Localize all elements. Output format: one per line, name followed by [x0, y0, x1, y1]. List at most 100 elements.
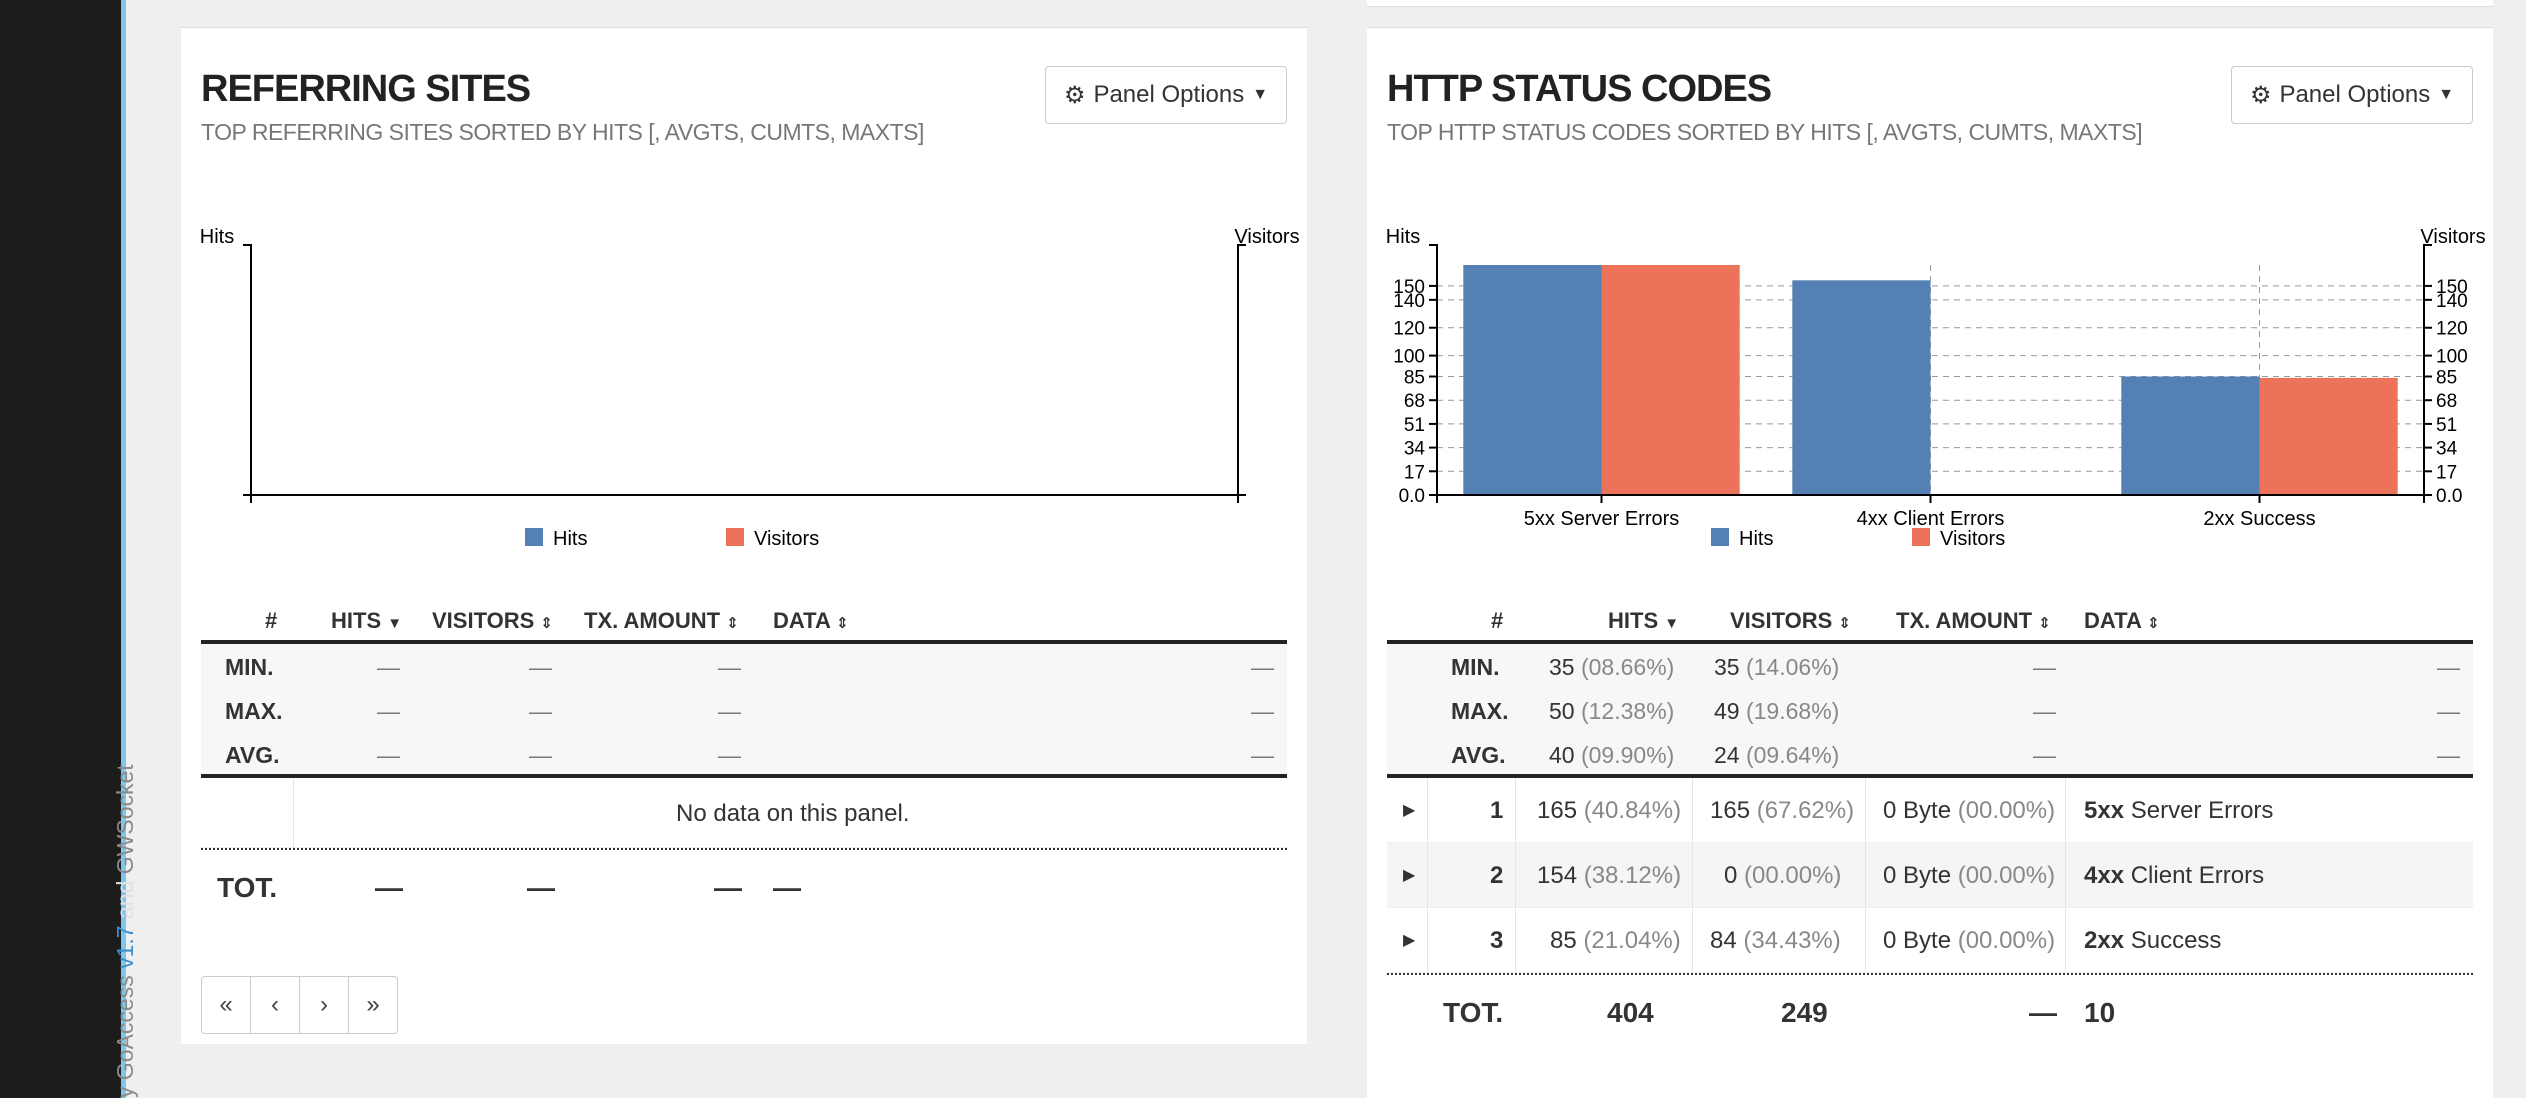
version-link[interactable]: v1.7 [112, 925, 138, 968]
row-data: 5xx Server Errors [2084, 797, 2274, 824]
col-tx-sort[interactable]: TX. AMOUNT ⇕ [584, 608, 739, 634]
x-tick-label: 2xx Success [2203, 508, 2315, 530]
col-data-sort[interactable]: DATA ⇕ [773, 608, 849, 634]
col-tx-sort[interactable]: TX. AMOUNT ⇕ [1896, 608, 2051, 634]
summary-visitors: 35 (14.06%) [1714, 654, 1840, 680]
y-tick-label-left: 100 [1393, 347, 1425, 368]
legend-swatch-visitors [1912, 528, 1930, 546]
table-row[interactable]: ▶ 2 154 (38.12%) 0 (00.00%) 0 Byte (00.0… [1387, 843, 2473, 908]
col-hits-label: HITS [331, 608, 382, 633]
legend-label-visitors: Visitors [1940, 528, 2005, 550]
gwsocket-link[interactable]: GWSocket [112, 764, 138, 874]
panel-subtitle: TOP REFERRING SITES SORTED BY HITS [, AV… [201, 119, 924, 145]
row-visitors: 0 (00.00%) [1724, 862, 1842, 889]
http-status-codes-panel: HTTP STATUS CODES TOP HTTP STATUS CODES … [1367, 27, 2493, 1098]
summary-tx: — [2033, 654, 2056, 680]
summary-row-avg: AVG. 40 (09.90%) 24 (09.64%) — — [1387, 732, 2473, 777]
total-label: TOT. [217, 872, 278, 903]
summary-hits: 40 (09.90%) [1549, 742, 1675, 768]
y-tick-label-left: 17 [1404, 462, 1425, 483]
summary-row-min: MIN. 35 (08.66%) 35 (14.06%) — — [1387, 644, 2473, 689]
y-tick-label-right: 0.0 [2436, 486, 2462, 507]
col-visitors-sort[interactable]: VISITORS ⇕ [1730, 608, 1851, 634]
col-visitors-sort[interactable]: VISITORS ⇕ [432, 608, 553, 634]
sort-icon: ⇕ [540, 615, 553, 632]
bar-visitors [2259, 377, 2398, 495]
bar-hits [1792, 280, 1931, 495]
credit-and: and [112, 880, 138, 920]
last-page-button[interactable]: » [348, 976, 398, 1034]
expand-icon[interactable]: ▶ [1403, 800, 1415, 820]
summary-visitors: 24 (09.64%) [1714, 742, 1840, 768]
total-data: — [773, 872, 801, 903]
y-tick-label-right: 68 [2436, 391, 2457, 412]
col-visitors-label: VISITORS [1730, 608, 1833, 633]
gear-icon: ⚙ [1063, 81, 1086, 109]
summary-rows: MIN. 35 (08.66%) 35 (14.06%) — — MAX. 50… [1387, 644, 2473, 778]
total-visitors: 249 [1781, 997, 1828, 1028]
table-row[interactable]: ▶ 3 85 (21.04%) 84 (34.43%) 0 Byte (00.0… [1387, 908, 2473, 973]
sort-desc-icon: ▼ [387, 615, 403, 632]
sort-icon: ⇕ [2038, 615, 2051, 632]
row-visitors: 84 (34.43%) [1710, 927, 1841, 954]
expand-icon[interactable]: ▶ [1403, 930, 1415, 950]
row-data: 4xx Client Errors [2084, 862, 2265, 889]
sort-icon: ⇕ [836, 615, 849, 632]
row-tx: 0 Byte (00.00%) [1883, 927, 2056, 954]
first-page-button[interactable]: « [201, 976, 251, 1034]
table-row[interactable]: ▶ 1 165 (40.84%) 165 (67.62%) 0 Byte (00… [1387, 778, 2473, 843]
empty-row: No data on this panel. [201, 778, 1287, 848]
summary-tx: — [718, 698, 741, 724]
summary-data: — [1251, 654, 1274, 680]
summary-row-max: MAX. 50 (12.38%) 49 (19.68%) — — [1387, 688, 2473, 733]
legend-label-hits: Hits [553, 528, 587, 550]
pagination: « ‹ › » [201, 976, 398, 1034]
referring-sites-panel: REFERRING SITES TOP REFERRING SITES SORT… [181, 27, 1307, 1044]
summary-rows: MIN. — — — — MAX. — — — — AVG. — — — — [201, 644, 1287, 778]
col-tx-label: TX. AMOUNT [1896, 608, 2033, 633]
col-data-label: DATA [773, 608, 831, 633]
cell-divider [293, 778, 294, 847]
y-axis-left [243, 244, 252, 496]
row-hits: 85 (21.04%) [1550, 927, 1681, 954]
summary-hits: — [377, 654, 400, 680]
summary-data: — [1251, 698, 1274, 724]
summary-data: — [2437, 698, 2460, 724]
col-data-label: DATA [2084, 608, 2142, 633]
col-hits-sort[interactable]: HITS ▼ [331, 608, 402, 634]
table-header: # HITS ▼ VISITORS ⇕ TX. AMOUNT ⇕ DATA ⇕ [201, 598, 1287, 644]
summary-visitors: 49 (19.68%) [1714, 698, 1840, 724]
row-num: 2 [1490, 862, 1504, 889]
col-tx-label: TX. AMOUNT [584, 608, 721, 633]
col-hits-sort[interactable]: HITS ▼ [1608, 608, 1679, 634]
panel-title: REFERRING SITES [201, 68, 531, 110]
summary-tx: — [718, 654, 741, 680]
total-visitors: — [527, 872, 555, 903]
summary-row-avg: AVG. — — — — [201, 732, 1287, 777]
sidebar [0, 0, 121, 1098]
bar-hits [1463, 265, 1602, 495]
row-tx: 0 Byte (00.00%) [1883, 862, 2056, 889]
summary-tx: — [718, 742, 741, 768]
summary-label: MIN. [1451, 654, 1500, 680]
bar-hits [2121, 376, 2260, 495]
gear-icon: ⚙ [2249, 81, 2272, 109]
summary-row-min: MIN. — — — — [201, 644, 1287, 689]
y-tick-label-left: 120 [1393, 319, 1425, 340]
col-data-sort[interactable]: DATA ⇕ [2084, 608, 2160, 634]
bar-visitors [1601, 265, 1740, 495]
col-visitors-label: VISITORS [432, 608, 535, 633]
panel-options-button[interactable]: ⚙ Panel Options ▼ [2231, 66, 2473, 124]
referring-sites-chart: Hits VisitorsHits Visitors [200, 226, 1300, 550]
caret-down-icon: ▼ [2438, 86, 2455, 103]
y-tick-label-left: 34 [1404, 439, 1426, 460]
y-tick-label-right: 17 [2436, 462, 2457, 483]
col-num: # [1491, 608, 1504, 633]
panel-title: HTTP STATUS CODES [1387, 68, 1772, 110]
expand-icon[interactable]: ▶ [1403, 865, 1415, 885]
total-tx: — [714, 872, 742, 903]
prev-page-button[interactable]: ‹ [250, 976, 300, 1034]
sort-icon: ⇕ [2147, 615, 2160, 632]
next-page-button[interactable]: › [299, 976, 349, 1034]
panel-options-button[interactable]: ⚙ Panel Options ▼ [1045, 66, 1287, 124]
